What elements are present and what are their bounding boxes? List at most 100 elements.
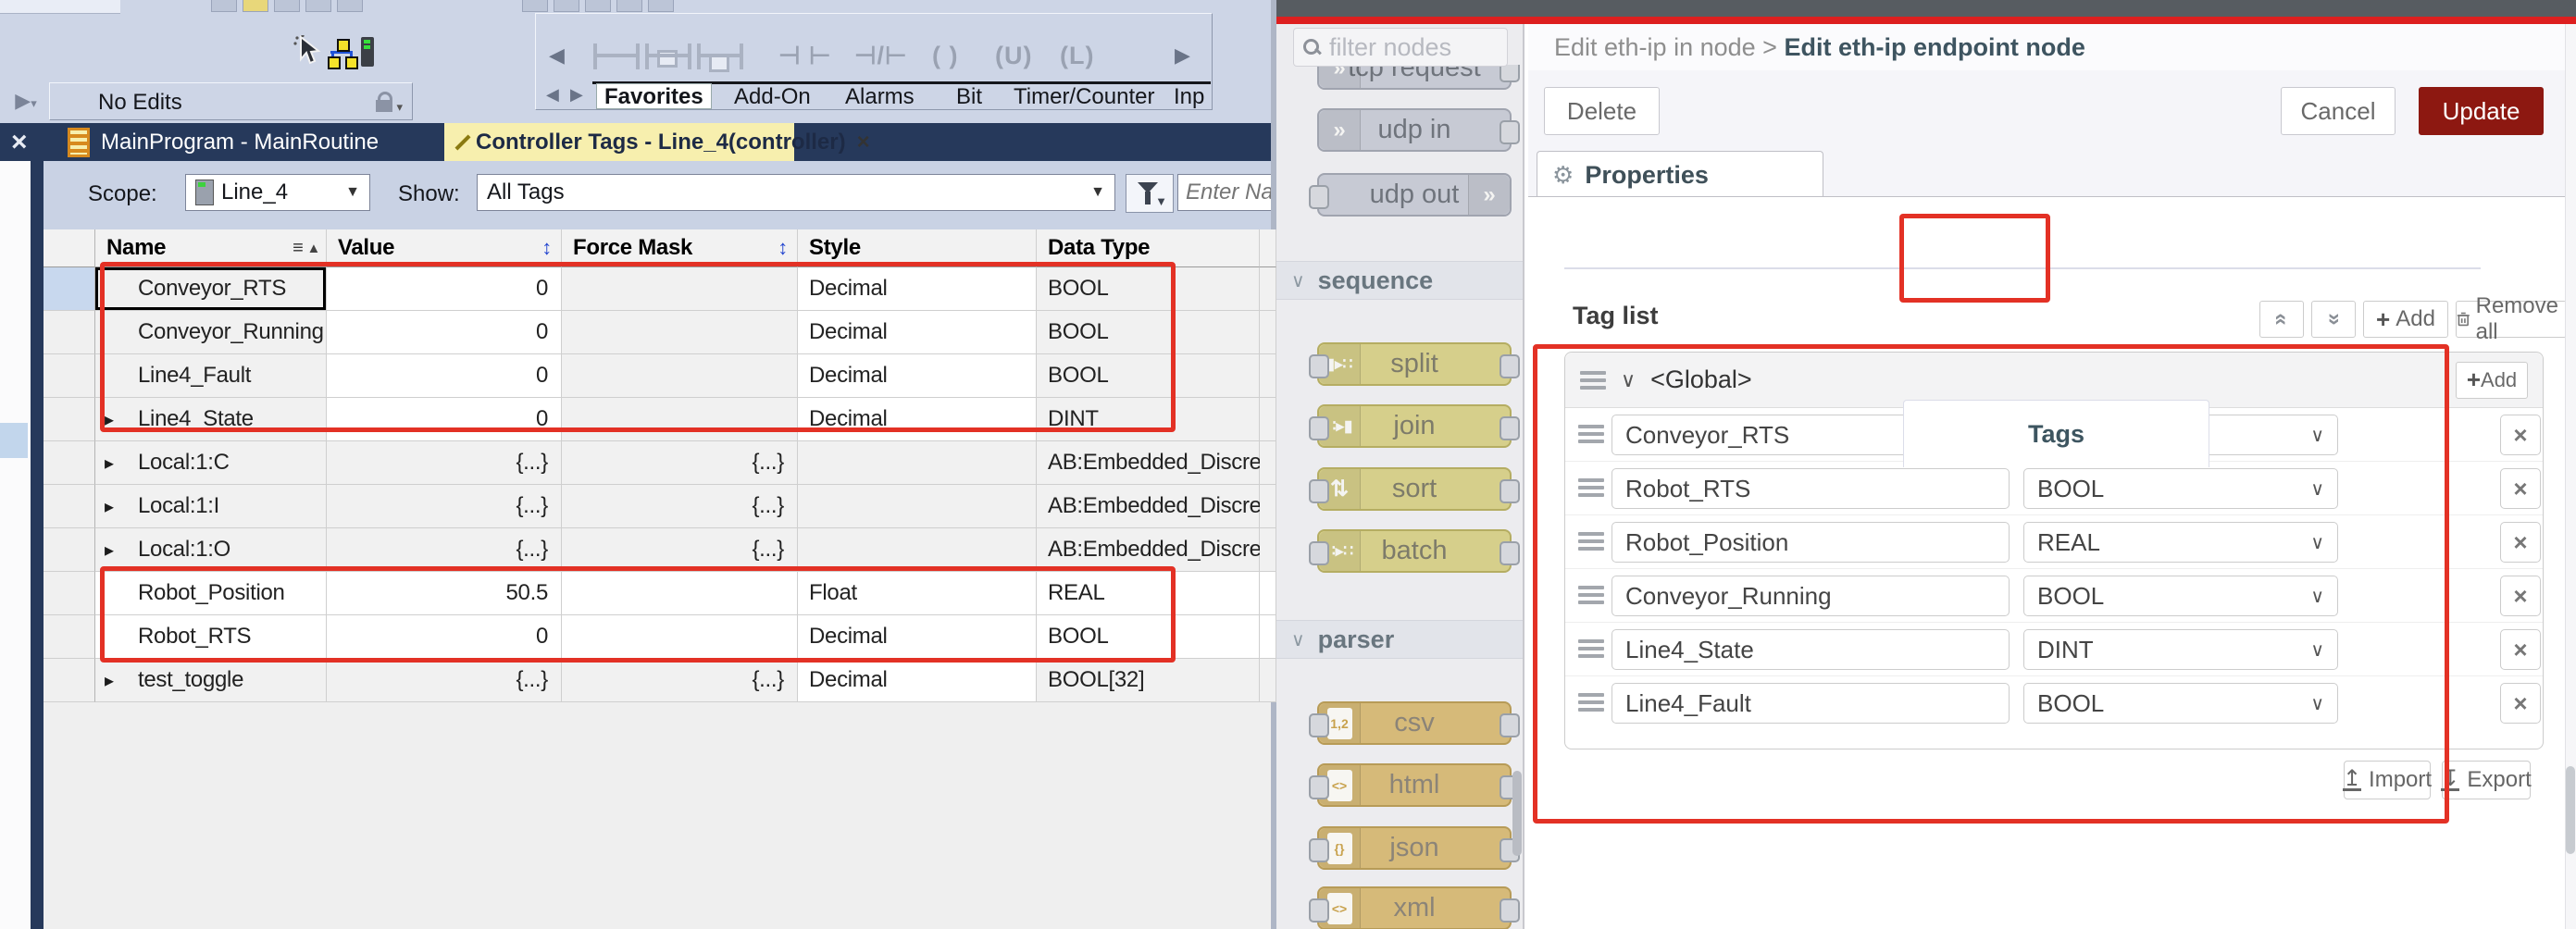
tag-force-mask-cell[interactable] xyxy=(562,398,798,441)
column-header-name[interactable]: Name ≡▲ xyxy=(95,229,327,267)
tag-name-cell[interactable]: Conveyor_RTS xyxy=(95,267,327,311)
expand-icon[interactable]: ▸ xyxy=(105,452,114,475)
xio-contact-icon[interactable]: ⊣/⊢ xyxy=(854,42,908,70)
tag-name-cell[interactable]: ▸Local:1:I xyxy=(95,485,327,528)
palette-node-sort[interactable]: ⇅ sort xyxy=(1317,467,1512,511)
otu-coil-icon[interactable]: (U) xyxy=(995,42,1032,70)
tag-type-select[interactable]: BOOL∨ xyxy=(2023,683,2338,724)
row-selector[interactable] xyxy=(44,398,95,441)
rung-icon[interactable] xyxy=(593,43,640,69)
palette-node-csv[interactable]: 1,2 csv xyxy=(1317,701,1512,745)
table-row[interactable]: Line4_Fault 0 Decimal BOOL xyxy=(44,354,1276,398)
tag-force-mask-cell[interactable] xyxy=(562,267,798,311)
tag-force-mask-cell[interactable] xyxy=(562,311,798,354)
table-row[interactable]: Conveyor_Running 0 Decimal BOOL xyxy=(44,311,1276,354)
expand-icon[interactable]: ▸ xyxy=(105,495,114,518)
xic-contact-icon[interactable]: ⊣ ⊢ xyxy=(778,42,832,70)
palette-node-json[interactable]: {} json xyxy=(1317,826,1512,870)
tag-data-type-cell[interactable]: DINT xyxy=(1037,398,1260,441)
row-selector[interactable] xyxy=(44,311,95,354)
tag-style-cell[interactable] xyxy=(798,441,1037,485)
import-button[interactable]: ↥Import xyxy=(2344,761,2431,799)
tab-controller-tags[interactable]: Controller Tags - Line_4(controller) × xyxy=(444,123,794,161)
tag-value-cell[interactable]: 50.5 xyxy=(327,572,562,615)
tab-mainprogram-mainroutine[interactable]: MainProgram - MainRoutine xyxy=(51,123,444,161)
tag-value-cell[interactable]: 0 xyxy=(327,354,562,398)
delete-button[interactable]: Delete xyxy=(1544,87,1660,135)
palette-node-join[interactable]: ∷▸▮ join xyxy=(1317,404,1512,448)
tag-name-cell[interactable]: ▸test_toggle xyxy=(95,659,327,702)
tag-style-cell[interactable]: Decimal xyxy=(798,354,1037,398)
expand-icon[interactable]: ▸ xyxy=(105,539,114,562)
tag-value-cell[interactable]: {...} xyxy=(327,528,562,572)
breadcrumb-parent[interactable]: Edit eth-ip in node xyxy=(1554,33,1756,61)
chevron-down-icon[interactable]: ∨ xyxy=(1621,368,1636,392)
group-add-button[interactable]: +Add xyxy=(2456,362,2528,399)
tag-name-cell[interactable]: ▸Local:1:C xyxy=(95,441,327,485)
export-button[interactable]: ↧Export xyxy=(2442,761,2531,799)
tabs-scroll-left-icon[interactable]: ◀ xyxy=(546,85,559,105)
select-cursor-icon[interactable] xyxy=(293,35,321,67)
add-tag-button[interactable]: +Add xyxy=(2363,301,2448,338)
remove-tag-button[interactable]: × xyxy=(2500,522,2541,563)
tag-value-cell[interactable]: 0 xyxy=(327,267,562,311)
tab-favorites[interactable]: Favorites xyxy=(597,84,711,108)
tag-data-type-cell[interactable]: AB:Embedded_Discre... xyxy=(1037,485,1260,528)
verify-run-button[interactable]: ▶▾ xyxy=(7,85,44,117)
network-browse-icon[interactable] xyxy=(328,39,355,67)
tag-name-input[interactable] xyxy=(1612,522,2010,563)
row-selector[interactable] xyxy=(44,441,95,485)
tag-style-cell[interactable]: Decimal xyxy=(798,311,1037,354)
palette-scrollbar[interactable] xyxy=(1512,771,1522,856)
tag-name-cell[interactable]: Robot_Position xyxy=(95,572,327,615)
tag-value-cell[interactable]: {...} xyxy=(327,659,562,702)
tag-force-mask-cell[interactable] xyxy=(562,615,798,659)
tag-style-cell[interactable] xyxy=(798,528,1037,572)
tag-name-cell[interactable]: ▸Local:1:O xyxy=(95,528,327,572)
tag-style-cell[interactable]: Decimal xyxy=(798,398,1037,441)
remove-tag-button[interactable]: × xyxy=(2500,576,2541,616)
tag-type-select[interactable]: REAL∨ xyxy=(2023,522,2338,563)
tag-type-select[interactable]: BOOL∨ xyxy=(2023,576,2338,616)
tag-value-cell[interactable]: 0 xyxy=(327,615,562,659)
drag-handle-icon[interactable] xyxy=(1578,639,1604,658)
tag-force-mask-cell[interactable]: {...} xyxy=(562,441,798,485)
tag-style-cell[interactable] xyxy=(798,485,1037,528)
tag-force-mask-cell[interactable]: {...} xyxy=(562,528,798,572)
tag-data-type-cell[interactable]: BOOL xyxy=(1037,615,1260,659)
palette-node-udp-in[interactable]: » udp in xyxy=(1317,108,1512,152)
move-up-button[interactable]: « xyxy=(2259,301,2304,338)
tag-data-type-cell[interactable]: AB:Embedded_Discre... xyxy=(1037,528,1260,572)
remove-all-button[interactable]: Remove all xyxy=(2456,301,2567,338)
drag-handle-icon[interactable] xyxy=(1580,371,1606,390)
cancel-button[interactable]: Cancel xyxy=(2281,87,2396,135)
tag-style-cell[interactable]: Float xyxy=(798,572,1037,615)
tab-input[interactable]: Inp xyxy=(1174,84,1204,108)
tab-tags[interactable]: Tags xyxy=(1903,400,2209,467)
properties-tab[interactable]: ⚙ Properties xyxy=(1537,151,1823,198)
palette-node-xml[interactable]: <> xml xyxy=(1317,886,1512,929)
remove-tag-button[interactable]: × xyxy=(2500,415,2541,455)
filter-funnel-button[interactable]: ▼ xyxy=(1126,174,1174,213)
scroll-left-icon[interactable]: ◀ xyxy=(549,43,565,68)
tag-force-mask-cell[interactable] xyxy=(562,354,798,398)
tag-name-input[interactable] xyxy=(1612,468,2010,509)
drag-handle-icon[interactable] xyxy=(1578,693,1604,712)
tag-value-cell[interactable]: {...} xyxy=(327,441,562,485)
palette-node-split[interactable]: ▮▸∷ split xyxy=(1317,342,1512,386)
drag-handle-icon[interactable] xyxy=(1578,532,1604,551)
ote-coil-icon[interactable]: ( ) xyxy=(932,42,958,70)
row-selector[interactable] xyxy=(44,485,95,528)
palette-node-udp-out[interactable]: » udp out xyxy=(1317,173,1512,217)
tag-data-type-cell[interactable]: BOOL xyxy=(1037,311,1260,354)
tag-name-cell[interactable]: Line4_Fault xyxy=(95,354,327,398)
remove-tag-button[interactable]: × xyxy=(2500,468,2541,509)
column-header-force-mask[interactable]: Force Mask↕ xyxy=(562,229,798,267)
column-options-icon[interactable]: ≡ xyxy=(292,238,303,259)
row-selector[interactable] xyxy=(44,528,95,572)
tag-type-select[interactable]: BOOL∨ xyxy=(2023,468,2338,509)
table-row[interactable]: ▸Line4_State 0 Decimal DINT xyxy=(44,398,1276,441)
tag-force-mask-cell[interactable]: {...} xyxy=(562,485,798,528)
drag-handle-icon[interactable] xyxy=(1578,425,1604,443)
tag-force-mask-cell[interactable] xyxy=(562,572,798,615)
